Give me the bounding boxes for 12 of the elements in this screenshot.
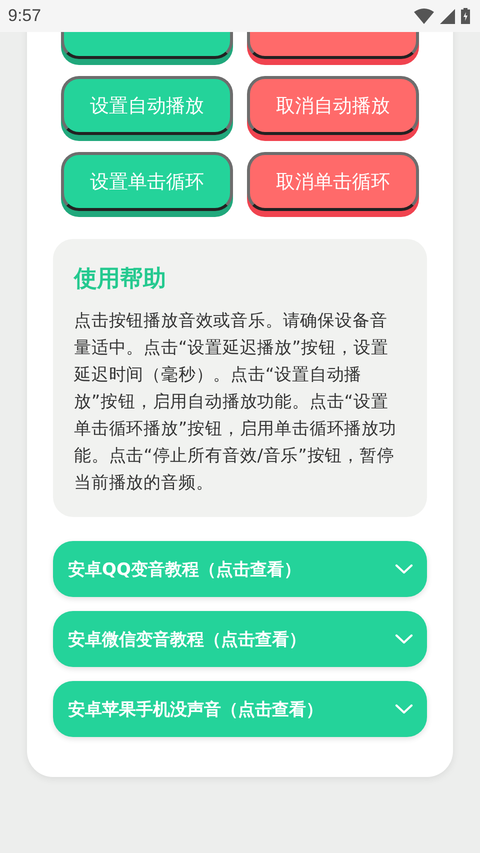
help-title: 使用帮助 <box>74 265 167 294</box>
battery-icon <box>461 8 470 24</box>
accordion-header[interactable]: 安卓苹果手机没声音（点击查看） <box>53 681 427 737</box>
clock-time: 9:57 <box>8 6 42 26</box>
chevron-icon <box>395 634 413 644</box>
accordion-header[interactable]: 安卓QQ变音教程（点击查看） <box>53 541 427 597</box>
help-text: 点击按钮播放音效或音乐。请确保设备音量适中。点击“设置延迟播放”按钮，设置延迟时间（毫秒）。点击“设置自动播放”按钮，启用自动播放功能。点击“设置单击循环播放”按钮，启用单击循环播放功能。点击“停止所有音效/音乐”按钮，暂停当前播放的音频。 <box>74 310 398 495</box>
signal-icon <box>440 8 455 24</box>
chevron-icon <box>395 704 413 714</box>
wifi-icon <box>414 8 434 24</box>
chevron-icon <box>395 564 413 574</box>
accordion-header[interactable]: 安卓微信变音教程（点击查看） <box>53 611 427 667</box>
